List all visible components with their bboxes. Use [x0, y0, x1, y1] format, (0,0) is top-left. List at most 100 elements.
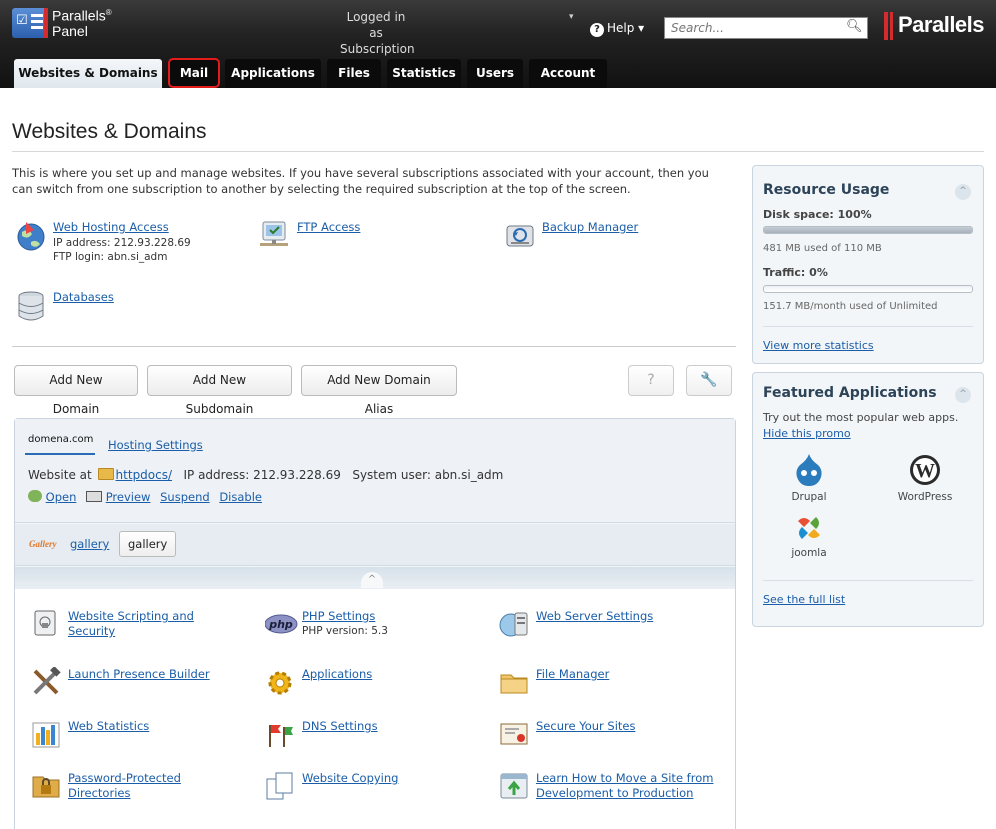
collapse-strip: ^ — [15, 567, 735, 589]
tab-account[interactable]: Account — [529, 59, 607, 88]
top-bar: ☑ Parallels® Panel Logged in as Subscript… — [0, 0, 996, 88]
search-input[interactable] — [664, 17, 868, 39]
add-new-domain-button[interactable]: Add New Domain — [14, 365, 138, 416]
website-scripting-security-link[interactable]: Website Scripting and Security — [68, 609, 208, 639]
page-title: Websites & Domains — [12, 120, 207, 143]
backup-manager-link[interactable]: Backup Manager — [542, 220, 638, 234]
web-hosting-access-link[interactable]: Web Hosting Access — [53, 220, 169, 234]
disable-link[interactable]: Disable — [219, 490, 262, 504]
app-drupal[interactable]: Drupal — [769, 453, 849, 503]
ftp-server-icon — [260, 220, 290, 250]
gallery-link[interactable]: gallery — [70, 537, 109, 551]
domain-actions: Open Preview Suspend Disable — [28, 490, 268, 504]
hosting-ftp-login: FTP login: abn.si_adm — [53, 251, 168, 263]
login-info[interactable]: Logged in as Subscription — [340, 9, 415, 57]
applications-link[interactable]: Applications — [302, 667, 372, 681]
chevron-down-icon[interactable]: ▾ — [569, 12, 574, 22]
file-manager-icon — [499, 667, 529, 697]
web-server-icon — [499, 609, 529, 639]
website-copying-link[interactable]: Website Copying — [302, 771, 398, 785]
suspend-link[interactable]: Suspend — [160, 490, 210, 504]
collapse-icon[interactable]: ^ — [955, 184, 971, 200]
svg-text:php: php — [268, 618, 293, 631]
app-joomla[interactable]: joomla — [769, 513, 849, 559]
drupal-icon — [796, 454, 822, 486]
tools-wrench-button[interactable]: 🔧 — [686, 365, 732, 396]
parallels-panel-logo-icon: ☑ — [12, 8, 48, 38]
web-statistics-link[interactable]: Web Statistics — [68, 719, 149, 733]
tab-mail[interactable]: Mail — [168, 58, 220, 88]
tools-grid: Website Scripting and Security php PHP S… — [15, 589, 735, 829]
disk-space-label: Disk space: 100% — [763, 208, 872, 221]
help-menu[interactable]: ? Help ▾ — [590, 21, 644, 37]
launch-presence-builder-link[interactable]: Launch Presence Builder — [68, 667, 210, 681]
collapse-icon[interactable]: ^ — [955, 387, 971, 403]
divider — [763, 580, 973, 581]
parallels-logo-mark — [884, 12, 888, 40]
view-more-statistics-link[interactable]: View more statistics — [763, 339, 874, 352]
dns-flags-icon — [265, 719, 295, 749]
parallels-logo-mark-2 — [890, 12, 893, 40]
hosting-settings-link[interactable]: Hosting Settings — [108, 438, 203, 452]
tab-websites-domains[interactable]: Websites & Domains — [14, 59, 162, 88]
tab-statistics[interactable]: Statistics — [387, 59, 461, 88]
hide-promo-link[interactable]: Hide this promo — [763, 427, 851, 440]
preview-link[interactable]: Preview — [106, 490, 151, 504]
system-user: System user: abn.si_adm — [352, 468, 504, 482]
preview-icon — [86, 491, 103, 502]
applications-gear-icon — [265, 667, 295, 697]
search-icon[interactable]: 🔍︎ — [846, 19, 863, 34]
scripting-security-icon — [31, 609, 61, 639]
php-settings-link[interactable]: PHP Settings — [302, 609, 375, 623]
wordpress-label: WordPress — [897, 491, 953, 503]
traffic-label: Traffic: 0% — [763, 266, 828, 279]
divider — [763, 326, 973, 327]
learn-move-site-link[interactable]: Learn How to Move a Site from Developmen… — [536, 771, 716, 801]
move-site-icon — [499, 771, 529, 801]
secure-your-sites-link[interactable]: Secure Your Sites — [536, 719, 635, 733]
parallels-logo: Parallels — [898, 12, 985, 37]
resource-usage-title: Resource Usage — [763, 182, 890, 198]
product-name: Parallels® Panel — [52, 7, 112, 39]
svg-text:W: W — [915, 460, 935, 482]
web-server-settings-link[interactable]: Web Server Settings — [536, 609, 653, 623]
php-version: PHP version: 5.3 — [302, 625, 388, 637]
featured-applications-panel: Featured Applications ^ Try out the most… — [752, 372, 984, 627]
folder-icon — [97, 468, 114, 480]
password-protected-directories-link[interactable]: Password-Protected Directories — [68, 771, 208, 801]
divider — [12, 346, 736, 347]
collapse-icon[interactable]: ^ — [361, 572, 383, 588]
domain-header: domena.com Hosting Settings Website at h… — [15, 419, 735, 523]
certificate-icon — [499, 719, 529, 749]
php-icon: php — [265, 609, 298, 639]
gallery-button[interactable]: gallery — [119, 531, 177, 557]
gallery-app-icon: Gallery — [29, 539, 57, 549]
disk-usage-detail: 481 MB used of 110 MB — [763, 243, 882, 254]
file-manager-link[interactable]: File Manager — [536, 667, 609, 681]
wordpress-icon: W — [910, 455, 940, 485]
web-hosting-icon — [16, 220, 46, 251]
application-row: Gallery gallery gallery — [15, 524, 735, 566]
domain-tab[interactable]: domena.com — [28, 434, 93, 445]
see-full-list-link[interactable]: See the full list — [763, 593, 845, 606]
tab-files[interactable]: Files — [327, 59, 381, 88]
disk-usage-meter — [763, 226, 973, 234]
ftp-access-link[interactable]: FTP Access — [297, 220, 360, 234]
help-icon: ? — [590, 23, 604, 37]
joomla-label: joomla — [791, 547, 827, 559]
help-button[interactable]: ? — [628, 365, 674, 396]
httpdocs-link[interactable]: httpdocs/ — [116, 468, 172, 482]
add-new-subdomain-button[interactable]: Add New Subdomain — [147, 365, 292, 416]
featured-description: Try out the most popular web apps. — [763, 411, 959, 424]
tab-users[interactable]: Users — [467, 59, 523, 88]
traffic-usage-detail: 151.7 MB/month used of Unlimited — [763, 301, 938, 312]
tab-applications[interactable]: Applications — [225, 59, 321, 88]
app-wordpress[interactable]: W WordPress — [885, 453, 965, 503]
hosting-ip: IP address: 212.93.228.69 — [53, 237, 191, 249]
add-new-domain-alias-button[interactable]: Add New Domain Alias — [301, 365, 457, 416]
open-link[interactable]: Open — [46, 490, 77, 504]
dns-settings-link[interactable]: DNS Settings — [302, 719, 378, 733]
featured-applications-title: Featured Applications — [763, 385, 937, 401]
website-at-label: Website at — [28, 468, 92, 482]
databases-link[interactable]: Databases — [53, 290, 114, 304]
